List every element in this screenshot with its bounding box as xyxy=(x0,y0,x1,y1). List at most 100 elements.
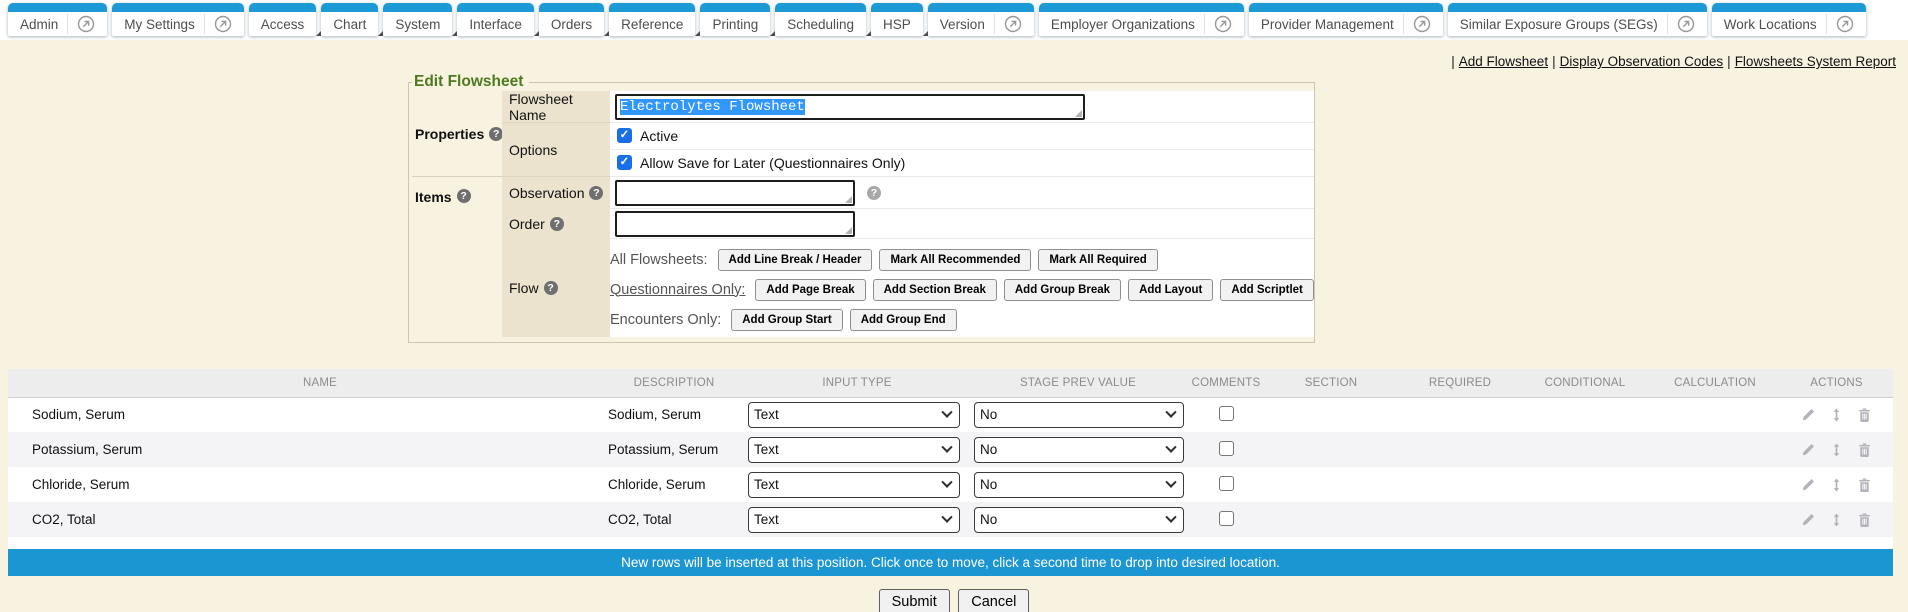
active-checkbox-label: Active xyxy=(640,128,678,144)
tab-label: Employer Organizations xyxy=(1051,17,1195,32)
tab-accent-bar xyxy=(700,3,770,12)
tab-reference[interactable]: Reference xyxy=(609,3,695,36)
edit-pencil-icon[interactable] xyxy=(1801,442,1816,457)
tab-provider-management[interactable]: Provider Management xyxy=(1249,3,1443,36)
delete-trash-icon[interactable] xyxy=(1857,407,1872,423)
link-add-flowsheet[interactable]: Add Flowsheet xyxy=(1459,54,1548,69)
chevron-down-icon xyxy=(1165,441,1176,452)
open-new-window-icon xyxy=(1677,15,1695,33)
comments-checkbox[interactable] xyxy=(1219,511,1234,526)
flowsheet-name-label: Flowsheet Name xyxy=(502,91,610,123)
add-page-break-button[interactable]: Add Page Break xyxy=(755,279,865,301)
table-row: Chloride, Serum Chloride, Serum Text No xyxy=(8,467,1893,502)
mark-all-required-button[interactable]: Mark All Required xyxy=(1038,249,1157,271)
delete-trash-icon[interactable] xyxy=(1857,512,1872,528)
chevron-down-icon xyxy=(941,511,952,522)
move-vertical-icon[interactable] xyxy=(1830,477,1843,493)
open-new-window-icon xyxy=(1214,15,1232,33)
delete-trash-icon[interactable] xyxy=(1857,442,1872,458)
add-group-start-button[interactable]: Add Group Start xyxy=(731,309,842,331)
tab-hsp[interactable]: HSP xyxy=(871,3,923,36)
tab-chart[interactable]: Chart xyxy=(321,3,378,36)
tab-similar-exposure-groups-segs[interactable]: Similar Exposure Groups (SEGs) xyxy=(1448,3,1707,36)
input-type-select[interactable]: Text xyxy=(748,472,960,498)
tab-admin[interactable]: Admin xyxy=(8,3,107,36)
stage-prev-value-select[interactable]: No xyxy=(974,472,1184,498)
add-section-break-button[interactable]: Add Section Break xyxy=(873,279,997,301)
help-icon[interactable]: ? xyxy=(457,189,471,203)
comments-checkbox[interactable] xyxy=(1219,406,1234,421)
page-body: |Add Flowsheet|Display Observation Codes… xyxy=(0,40,1908,612)
stage-prev-value-select[interactable]: No xyxy=(974,402,1184,428)
flowsheet-name-input[interactable]: Electrolytes Flowsheet xyxy=(615,94,1085,120)
delete-trash-icon[interactable] xyxy=(1857,477,1872,493)
input-type-select[interactable]: Text xyxy=(748,402,960,428)
tab-accent-bar xyxy=(249,3,317,12)
tab-divider xyxy=(1204,14,1205,34)
tab-divider xyxy=(67,14,68,34)
cancel-button[interactable]: Cancel xyxy=(958,589,1029,612)
help-icon[interactable]: ? xyxy=(589,186,603,200)
move-vertical-icon[interactable] xyxy=(1830,512,1843,528)
observation-label: Observation ? xyxy=(502,177,610,209)
table-row: Potassium, Serum Potassium, Serum Text N… xyxy=(8,432,1893,467)
tab-label: Reference xyxy=(621,17,683,32)
allow-save-checkbox[interactable] xyxy=(617,155,632,170)
observation-input[interactable] xyxy=(615,180,855,206)
tab-interface[interactable]: Interface xyxy=(457,3,534,36)
column-header-input-type: INPUT TYPE xyxy=(740,369,966,397)
tab-work-locations[interactable]: Work Locations xyxy=(1712,3,1866,36)
link-flowsheets-system-report[interactable]: Flowsheets System Report xyxy=(1735,54,1896,69)
tab-label: Work Locations xyxy=(1724,17,1817,32)
table-header-row: NAMEDESCRIPTIONINPUT TYPESTAGE PREV VALU… xyxy=(8,369,1893,397)
edit-pencil-icon[interactable] xyxy=(1801,407,1816,422)
column-header-calculation: CALCULATION xyxy=(1650,369,1780,397)
edit-pencil-icon[interactable] xyxy=(1801,512,1816,527)
help-icon[interactable]: ? xyxy=(544,281,558,295)
add-line-break-header-button[interactable]: Add Line Break / Header xyxy=(718,249,873,271)
insert-position-bar[interactable]: New rows will be inserted at this positi… xyxy=(8,549,1893,576)
input-type-select[interactable]: Text xyxy=(748,437,960,463)
tab-orders[interactable]: Orders xyxy=(539,3,604,36)
column-header-name: NAME xyxy=(8,369,608,397)
item-name: Sodium, Serum xyxy=(32,407,125,422)
tab-my-settings[interactable]: My Settings xyxy=(112,3,244,36)
chevron-down-icon xyxy=(941,406,952,417)
move-vertical-icon[interactable] xyxy=(1830,442,1843,458)
submit-button[interactable]: Submit xyxy=(879,589,950,612)
items-table-wrap: NAMEDESCRIPTIONINPUT TYPESTAGE PREV VALU… xyxy=(8,369,1893,576)
comments-checkbox[interactable] xyxy=(1219,441,1234,456)
input-type-select[interactable]: Text xyxy=(748,507,960,533)
help-icon[interactable]: ? xyxy=(550,217,564,231)
stage-prev-value-select[interactable]: No xyxy=(974,507,1184,533)
tab-employer-organizations[interactable]: Employer Organizations xyxy=(1039,3,1244,36)
item-name: Chloride, Serum xyxy=(32,477,130,492)
order-input[interactable] xyxy=(615,211,855,237)
table-row: CO2, Total CO2, Total Text No xyxy=(8,502,1893,537)
add-group-end-button[interactable]: Add Group End xyxy=(850,309,957,331)
mark-all-recommended-button[interactable]: Mark All Recommended xyxy=(879,249,1031,271)
add-scriptlet-button[interactable]: Add Scriptlet xyxy=(1220,279,1314,301)
stage-prev-value-select[interactable]: No xyxy=(974,437,1184,463)
help-icon[interactable]: ? xyxy=(867,186,881,200)
tab-divider xyxy=(204,14,205,34)
add-group-break-button[interactable]: Add Group Break xyxy=(1004,279,1121,301)
header-links: |Add Flowsheet|Display Observation Codes… xyxy=(0,40,1908,73)
tab-version[interactable]: Version xyxy=(928,3,1034,36)
add-layout-button[interactable]: Add Layout xyxy=(1128,279,1213,301)
tab-divider xyxy=(1667,14,1668,34)
tab-printing[interactable]: Printing xyxy=(700,3,770,36)
tab-accent-bar xyxy=(1448,3,1707,12)
tab-access[interactable]: Access xyxy=(249,3,317,36)
tab-label: Similar Exposure Groups (SEGs) xyxy=(1460,17,1658,32)
edit-pencil-icon[interactable] xyxy=(1801,477,1816,492)
comments-checkbox[interactable] xyxy=(1219,476,1234,491)
questionnaires-only-label: Questionnaires Only: xyxy=(610,282,745,298)
item-description: CO2, Total xyxy=(608,512,672,527)
active-checkbox[interactable] xyxy=(617,128,632,143)
link-display-observation-codes[interactable]: Display Observation Codes xyxy=(1560,54,1724,69)
tab-system[interactable]: System xyxy=(383,3,452,36)
move-vertical-icon[interactable] xyxy=(1830,407,1843,423)
tab-accent-bar xyxy=(321,3,378,12)
tab-scheduling[interactable]: Scheduling xyxy=(775,3,866,36)
